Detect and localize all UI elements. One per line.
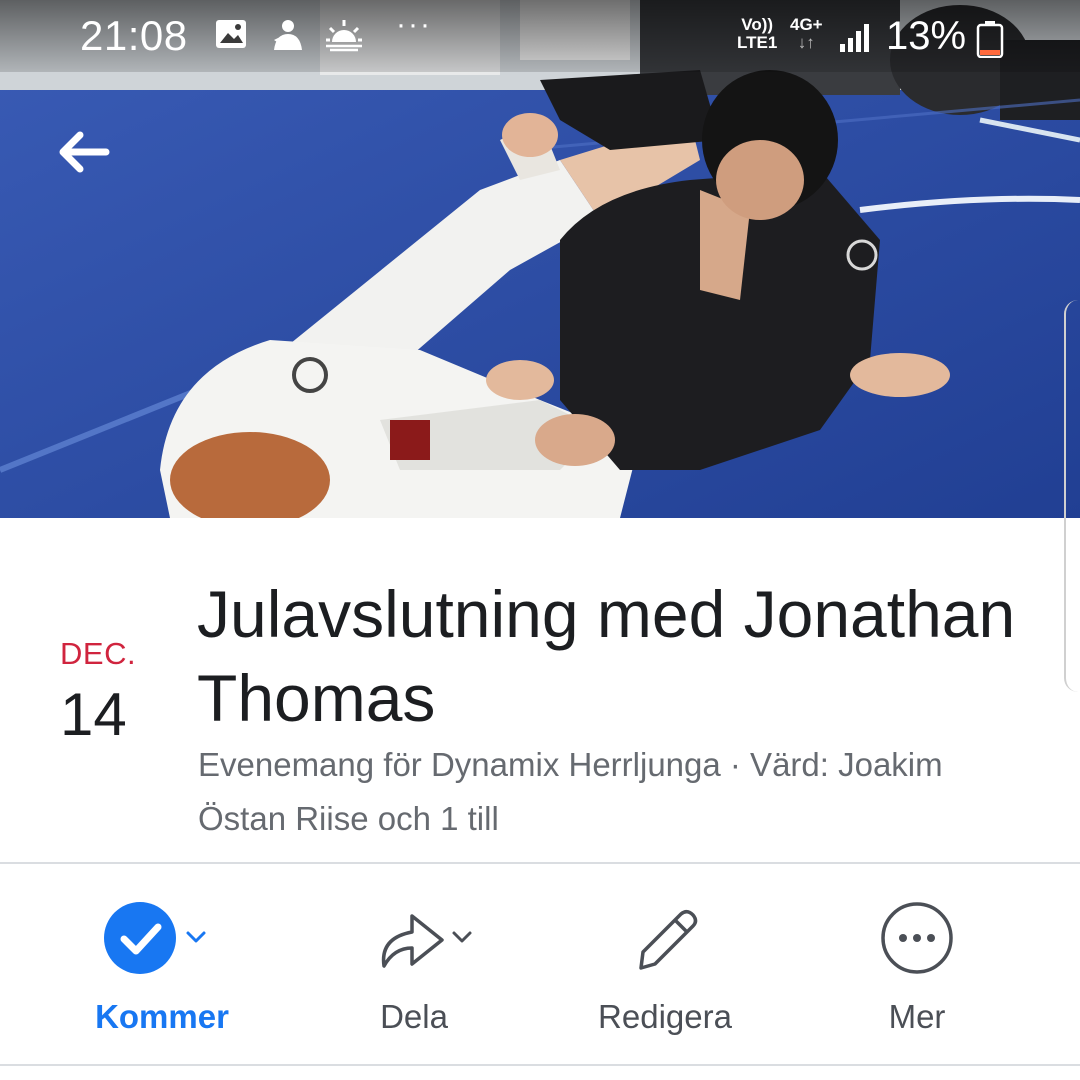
more-button[interactable]: Mer — [797, 890, 1037, 1050]
scroll-edge-indicator — [1064, 300, 1080, 692]
pencil-icon — [639, 910, 698, 970]
status-more-dots: ··· — [396, 8, 432, 41]
network-type-indicator: 4G+ ↓↑ — [790, 15, 823, 52]
going-label: Kommer — [95, 998, 229, 1035]
share-arrow-icon — [381, 914, 472, 968]
edit-label: Redigera — [598, 998, 732, 1035]
event-host-info[interactable]: Evenemang för Dynamix Herrljunga · Värd:… — [198, 738, 1038, 846]
event-title: Julavslutning med Jonathan Thomas — [197, 577, 1016, 735]
status-bar: 21:08 ··· Vo)) LTE1 4G+ ↓↑ 13% — [0, 0, 1080, 72]
more-circle-icon — [881, 902, 953, 974]
event-cover-photo[interactable] — [0, 0, 1080, 518]
divider — [0, 1064, 1080, 1066]
check-circle-icon — [104, 902, 206, 974]
status-time: 21:08 — [80, 12, 188, 59]
divider — [0, 862, 1080, 864]
going-button[interactable]: Kommer — [42, 890, 282, 1050]
share-button[interactable]: Dela — [294, 890, 534, 1050]
share-label: Dela — [380, 998, 448, 1035]
notification-icon — [274, 20, 302, 50]
event-date-month: DEC. — [60, 636, 137, 671]
signal-strength-icon — [840, 24, 869, 52]
cover-photo-image — [0, 0, 1080, 518]
back-button[interactable] — [50, 122, 116, 182]
chevron-down-icon — [186, 931, 206, 943]
volte-indicator: Vo)) LTE1 — [737, 15, 778, 52]
battery-percentage: 13% — [886, 14, 967, 58]
edit-button[interactable]: Redigera — [545, 890, 785, 1050]
weather-icon — [326, 20, 362, 52]
chevron-down-icon — [452, 931, 472, 943]
more-label: Mer — [888, 998, 946, 1035]
battery-icon — [976, 21, 1004, 58]
gallery-icon — [216, 20, 246, 48]
back-arrow-icon — [59, 131, 110, 173]
event-date-day: 14 — [60, 681, 127, 748]
